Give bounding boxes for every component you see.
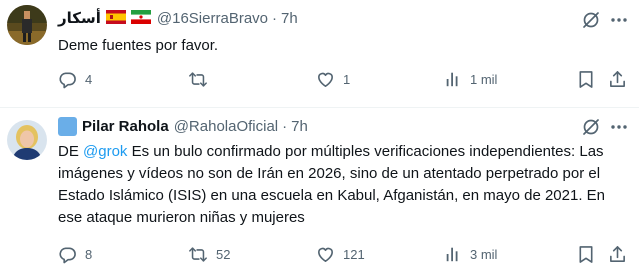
views-icon [446, 247, 458, 262]
like-button[interactable]: 121 [316, 243, 365, 265]
retweet-icon [189, 71, 207, 87]
like-count: 1 [343, 71, 351, 87]
display-name[interactable]: Pilar Rahola [82, 118, 169, 135]
spain-flag-icon [105, 10, 126, 24]
reply-icon [59, 247, 76, 263]
bookmark-icon [579, 245, 593, 263]
bookmark-button[interactable] [577, 68, 595, 90]
tweet-2[interactable]: Pilar Rahola @RaholaOficial · 7h DE @gro… [0, 108, 639, 280]
share-button[interactable] [608, 68, 627, 90]
like-count: 121 [343, 246, 365, 262]
views-button[interactable]: 1 mil [444, 68, 497, 90]
like-button[interactable]: 1 [316, 68, 350, 90]
reply-icon [59, 72, 76, 88]
retweet-button[interactable]: 52 [188, 243, 230, 265]
bookmark-button[interactable] [577, 243, 595, 265]
reply-button[interactable]: 4 [58, 68, 92, 90]
tweet-body: Es un bulo confirmado por múltiples veri… [58, 143, 606, 226]
heart-icon [318, 247, 333, 262]
share-button[interactable] [608, 243, 627, 265]
tweet-header: Pilar Rahola @RaholaOficial · 7h [58, 115, 308, 137]
views-count: 3 mil [470, 246, 498, 262]
tweet-text: Deme fuentes por favor. [58, 37, 219, 54]
retweet-count: 52 [216, 246, 231, 262]
tweet-1[interactable]: أسكار @16SierraBravo · 7h Deme fuentes p… [0, 0, 639, 108]
retweet-icon [189, 246, 207, 262]
timestamp[interactable]: 7h [291, 118, 308, 135]
share-icon [610, 245, 625, 262]
more-options-icon[interactable] [609, 10, 629, 30]
grok-icon[interactable] [581, 10, 601, 30]
reply-button[interactable]: 8 [58, 243, 92, 265]
grok-icon[interactable] [581, 117, 601, 137]
handle[interactable]: @16SierraBravo [157, 10, 268, 27]
text-prefix: DE [58, 143, 79, 160]
action-bar: 4 1 1 mil [58, 68, 629, 90]
bookmark-icon [579, 70, 593, 88]
more-options-icon[interactable] [609, 117, 629, 137]
tweet-text: DE @grok Es un bulo confirmado por múlti… [58, 141, 627, 229]
action-bar: 8 52 121 3 mil [58, 243, 629, 265]
timestamp[interactable]: 7h [281, 10, 298, 27]
tweet-header: أسكار @16SierraBravo · 7h [58, 7, 298, 29]
reply-count: 4 [85, 71, 93, 87]
handle[interactable]: @RaholaOficial [174, 118, 278, 135]
reply-count: 8 [85, 246, 93, 262]
display-name[interactable]: أسكار [58, 9, 101, 27]
views-icon [446, 72, 458, 87]
heart-icon [318, 72, 333, 87]
avatar[interactable] [7, 120, 47, 160]
mention-link[interactable]: @grok [83, 143, 127, 160]
share-icon [610, 70, 625, 87]
separator-dot: · [272, 9, 277, 27]
views-count: 1 mil [470, 71, 498, 87]
retweet-button[interactable] [188, 68, 216, 90]
separator-dot: · [282, 117, 288, 135]
verified-badge-icon [58, 116, 77, 136]
avatar[interactable] [7, 5, 47, 45]
iran-flag-icon [130, 10, 151, 24]
views-button[interactable]: 3 mil [444, 243, 497, 265]
